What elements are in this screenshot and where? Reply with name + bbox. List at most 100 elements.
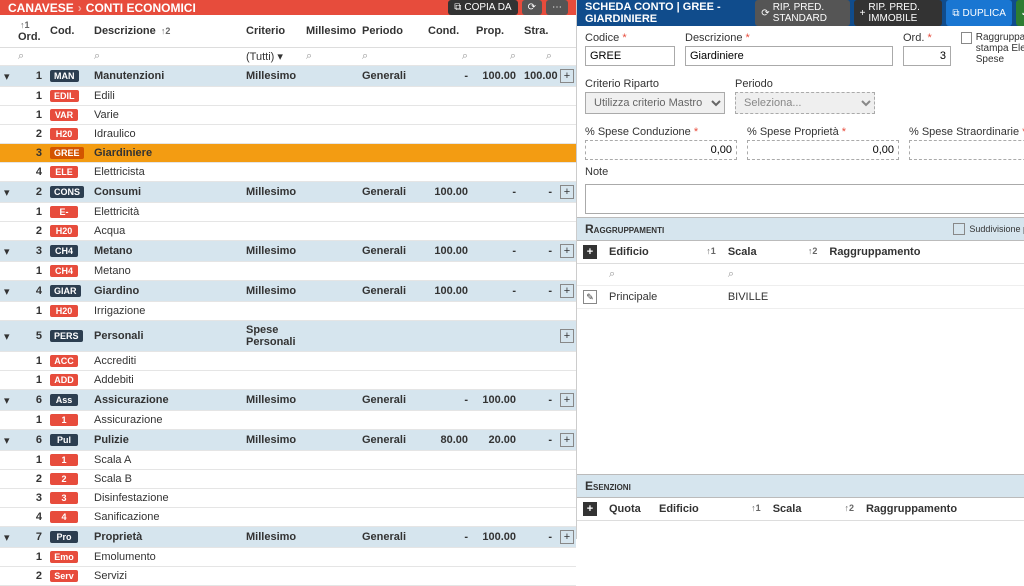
- esenz-add-button[interactable]: +: [583, 502, 597, 516]
- master-row[interactable]: ▾5PERSPersonaliSpese Personali+: [0, 321, 576, 352]
- expand-toggle[interactable]: [0, 87, 14, 106]
- expand-toggle[interactable]: ▾: [0, 281, 14, 302]
- expand-toggle[interactable]: [0, 451, 14, 470]
- esenz-col-scala[interactable]: Scala ↑2: [767, 498, 860, 521]
- child-row[interactable]: 1EmoEmolumento: [0, 548, 576, 567]
- search-mill[interactable]: ⌕: [306, 50, 312, 62]
- expand-toggle[interactable]: ▾: [0, 66, 14, 87]
- master-row[interactable]: ▾6AssAssicurazioneMillesimoGenerali-100.…: [0, 390, 576, 411]
- stra-input[interactable]: [909, 140, 1024, 160]
- expand-toggle[interactable]: ▾: [0, 321, 14, 352]
- search-per[interactable]: ⌕: [362, 50, 368, 62]
- ord-input[interactable]: [903, 46, 951, 66]
- expand-toggle[interactable]: ▾: [0, 430, 14, 451]
- expand-toggle[interactable]: [0, 371, 14, 390]
- expand-toggle[interactable]: [0, 508, 14, 527]
- master-row[interactable]: ▾1MANManutenzioniMillesimoGenerali-100.0…: [0, 66, 576, 87]
- cond-input[interactable]: [585, 140, 737, 160]
- expand-toggle[interactable]: [0, 548, 14, 567]
- expand-toggle[interactable]: [0, 106, 14, 125]
- add-child-button[interactable]: +: [560, 329, 574, 343]
- breadcrumb-root[interactable]: CANAVESE: [8, 1, 74, 15]
- master-row[interactable]: ▾2CONSConsumiMillesimoGenerali100.00--+: [0, 182, 576, 203]
- col-ord[interactable]: ↑1 Ord.: [14, 15, 46, 48]
- expand-toggle[interactable]: [0, 567, 14, 586]
- col-desc[interactable]: Descrizione ↑2: [90, 15, 242, 48]
- master-row[interactable]: ▾7ProProprietàMillesimoGenerali-100.00-+: [0, 527, 576, 548]
- raggr-checkbox[interactable]: [961, 32, 972, 44]
- expand-toggle[interactable]: [0, 125, 14, 144]
- refresh-button[interactable]: ⟳: [522, 0, 542, 15]
- add-child-button[interactable]: +: [560, 284, 574, 298]
- child-row[interactable]: 4ELEElettricista: [0, 163, 576, 182]
- expand-toggle[interactable]: [0, 222, 14, 241]
- expand-toggle[interactable]: [0, 411, 14, 430]
- note-input[interactable]: [585, 184, 1024, 214]
- menu-button[interactable]: ⋯: [546, 0, 568, 15]
- col-crit[interactable]: Criterio: [242, 15, 302, 48]
- add-child-button[interactable]: +: [560, 393, 574, 407]
- child-row[interactable]: 1E-Elettricità: [0, 203, 576, 222]
- child-row[interactable]: 1VARVarie: [0, 106, 576, 125]
- child-row[interactable]: 2ServServizi: [0, 567, 576, 586]
- prop-input[interactable]: [747, 140, 899, 160]
- ragg-row[interactable]: ✎ Principale BIVILLE 🗑: [577, 286, 1024, 309]
- col-per[interactable]: Periodo: [358, 15, 424, 48]
- ragg-col-scala[interactable]: Scala ↑2: [722, 241, 824, 264]
- rip-pred-immobile-button[interactable]: +RIP. PRED. IMMOBILE: [854, 0, 943, 26]
- rip-pred-standard-button[interactable]: ⟳RIP. PRED. STANDARD: [755, 0, 849, 26]
- child-row[interactable]: 11Assicurazione: [0, 411, 576, 430]
- add-child-button[interactable]: +: [560, 185, 574, 199]
- child-row[interactable]: 2H20Idraulico: [0, 125, 576, 144]
- add-child-button[interactable]: +: [560, 69, 574, 83]
- child-row[interactable]: 2H20Acqua: [0, 222, 576, 241]
- descr-input[interactable]: [685, 46, 893, 66]
- col-stra[interactable]: Stra.: [520, 15, 556, 48]
- child-row[interactable]: 1ADDAddebiti: [0, 371, 576, 390]
- ragg-search-scala[interactable]: ⌕: [728, 268, 734, 280]
- ragg-col-edif[interactable]: Edificio ↑1: [603, 241, 722, 264]
- child-row[interactable]: 3GREEGiardiniere: [0, 144, 576, 163]
- master-row[interactable]: ▾3CH4MetanoMillesimoGenerali100.00--+: [0, 241, 576, 262]
- expand-toggle[interactable]: ▾: [0, 182, 14, 203]
- esenz-col-edif[interactable]: Edificio ↑1: [653, 498, 767, 521]
- child-row[interactable]: 1H20Irrigazione: [0, 302, 576, 321]
- search-ord[interactable]: ⌕: [18, 50, 24, 62]
- search-desc[interactable]: ⌕: [94, 50, 100, 62]
- periodo-select[interactable]: Seleziona...: [735, 92, 875, 114]
- crit-select[interactable]: Utilizza criterio Mastro: [585, 92, 725, 114]
- expand-toggle[interactable]: [0, 262, 14, 281]
- expand-toggle[interactable]: [0, 144, 14, 163]
- copia-da-button[interactable]: ⧉COPIA DA: [448, 0, 517, 15]
- child-row[interactable]: 1EDILEdili: [0, 87, 576, 106]
- col-prop[interactable]: Prop.: [472, 15, 520, 48]
- expand-toggle[interactable]: [0, 489, 14, 508]
- esenz-col-ragg[interactable]: Raggruppamento ↑3: [860, 498, 1024, 521]
- add-child-button[interactable]: +: [560, 433, 574, 447]
- child-row[interactable]: 1ACCAccrediti: [0, 352, 576, 371]
- ragg-add-button[interactable]: +: [583, 245, 597, 259]
- child-row[interactable]: 33Disinfestazione: [0, 489, 576, 508]
- save-button[interactable]: ✓: [1016, 0, 1024, 26]
- add-child-button[interactable]: +: [560, 244, 574, 258]
- expand-toggle[interactable]: [0, 163, 14, 182]
- child-row[interactable]: 11Scala A: [0, 451, 576, 470]
- master-row[interactable]: ▾4GIARGiardinoMillesimoGenerali100.00--+: [0, 281, 576, 302]
- search-cond[interactable]: ⌕: [462, 50, 468, 62]
- duplica-button[interactable]: ⧉DUPLICA: [946, 0, 1012, 26]
- filter-crit[interactable]: (Tutti) ▾: [242, 48, 302, 66]
- expand-toggle[interactable]: [0, 302, 14, 321]
- child-row[interactable]: 1CH4Metano: [0, 262, 576, 281]
- expand-toggle[interactable]: [0, 352, 14, 371]
- ragg-col-ragg[interactable]: Raggruppamento ↑3: [823, 241, 1024, 264]
- child-row[interactable]: 22Scala B: [0, 470, 576, 489]
- ragg-edit-button[interactable]: ✎: [583, 290, 597, 304]
- ragg-search-edif[interactable]: ⌕: [609, 268, 615, 280]
- search-stra[interactable]: ⌕: [546, 50, 552, 62]
- expand-toggle[interactable]: [0, 203, 14, 222]
- esenz-col-quota[interactable]: Quota: [603, 498, 653, 521]
- col-cod[interactable]: Cod.: [46, 15, 90, 48]
- child-row[interactable]: 44Sanificazione: [0, 508, 576, 527]
- col-cond[interactable]: Cond.: [424, 15, 472, 48]
- search-prop[interactable]: ⌕: [510, 50, 516, 62]
